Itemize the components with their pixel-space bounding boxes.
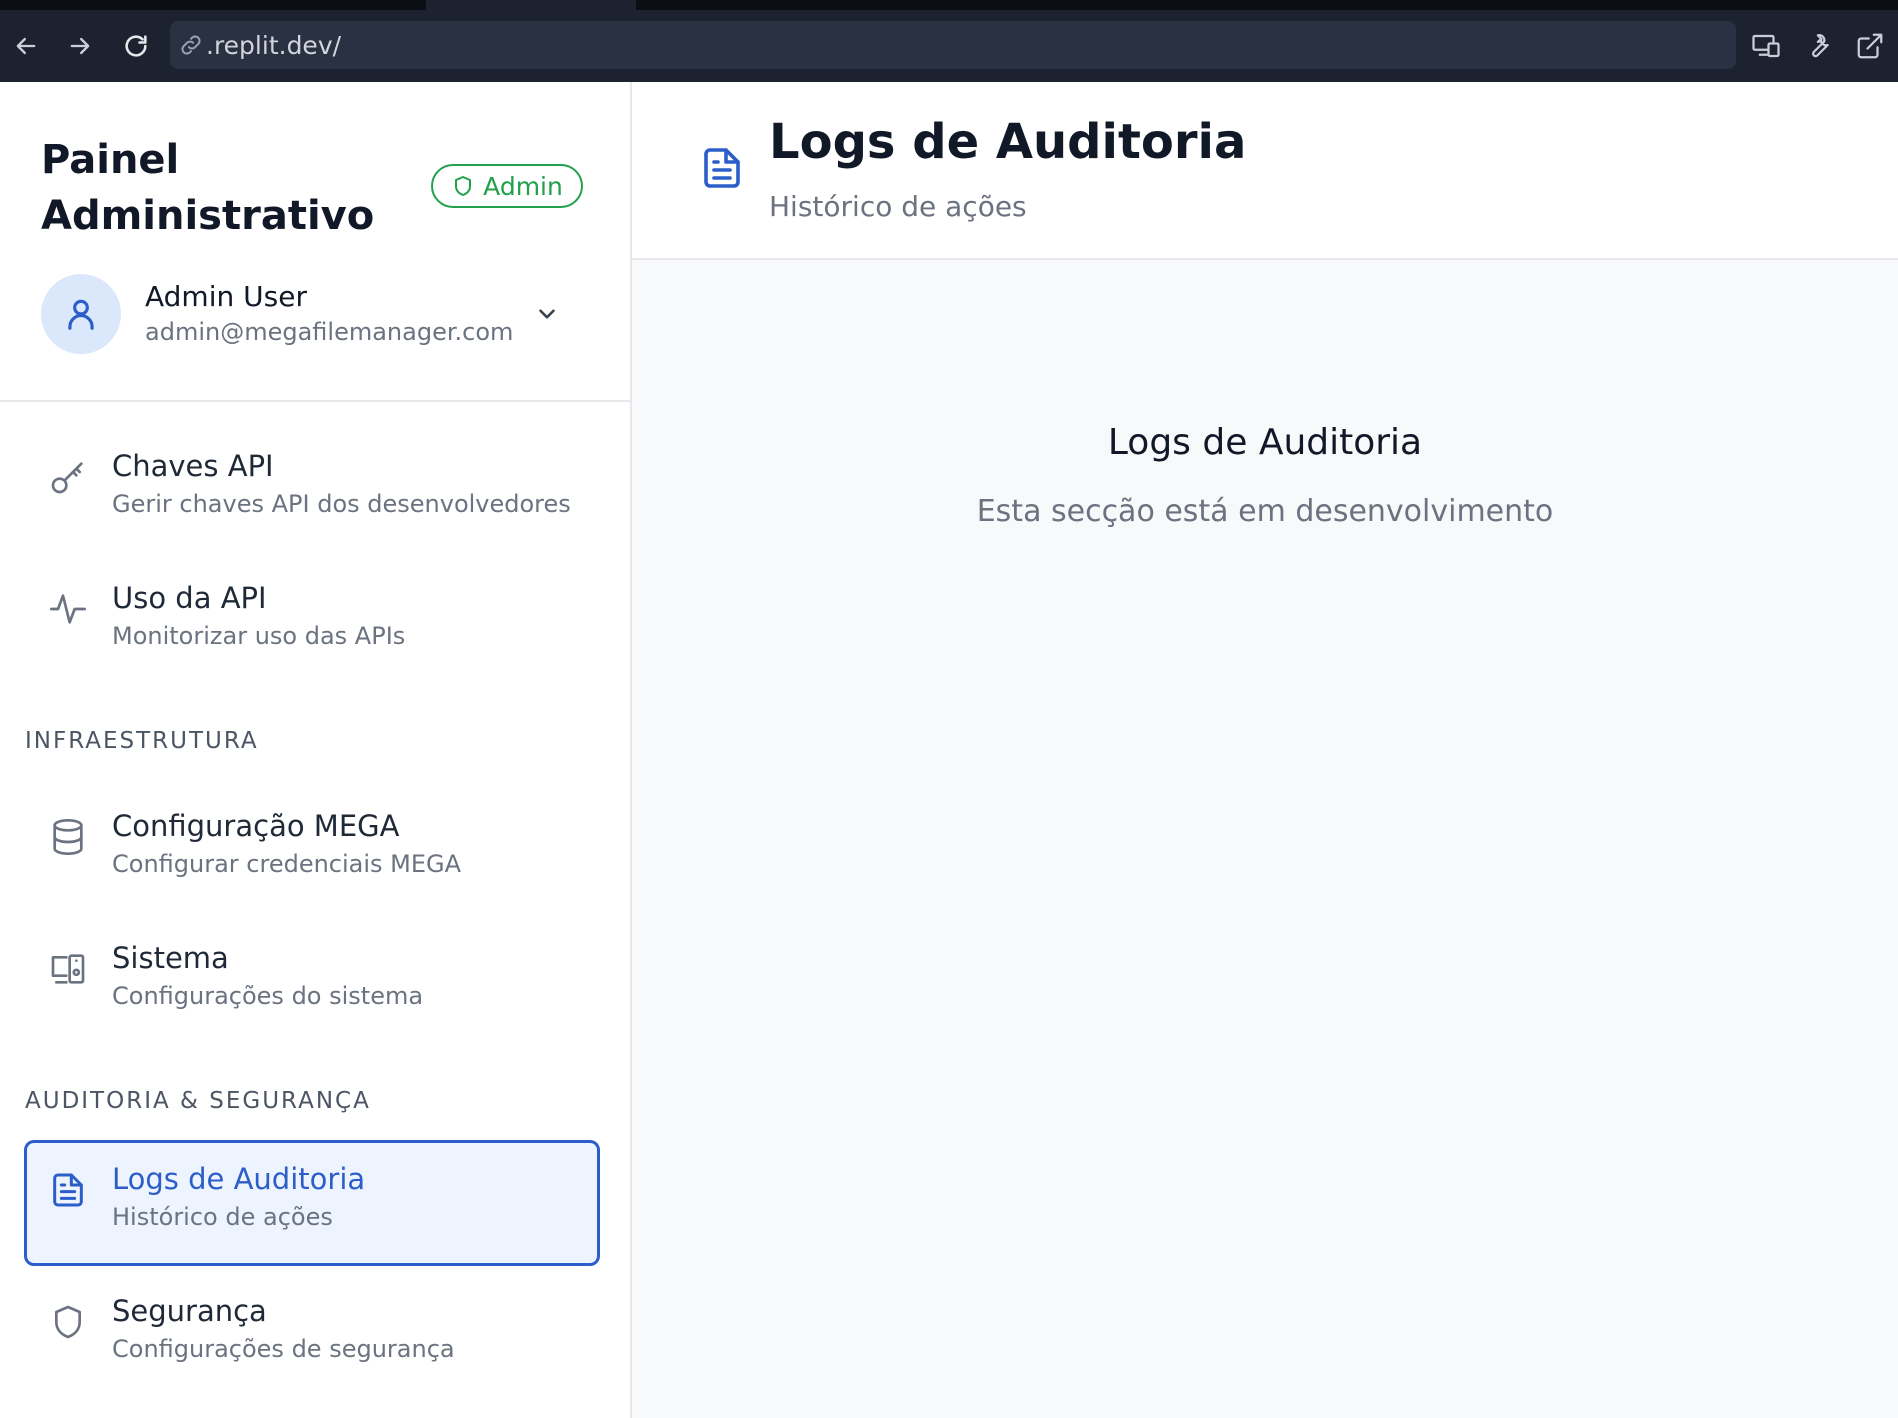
sidebar-item-subtitle: Configurar credenciais MEGA <box>112 850 462 878</box>
link-icon <box>181 35 201 55</box>
browser-tab[interactable] <box>636 0 1898 10</box>
sidebar-item-title: Sistema <box>112 941 229 975</box>
reload-button[interactable] <box>114 24 158 68</box>
arrow-right-icon <box>70 37 90 55</box>
devices-button[interactable] <box>1744 24 1788 68</box>
sidebar-item-subtitle: Configurações do sistema <box>112 982 424 1010</box>
back-button[interactable] <box>4 24 48 68</box>
main-content: Logs de Auditoria Esta secção está em de… <box>632 260 1898 1418</box>
shield-icon <box>55 1305 81 1339</box>
sidebar-item-title: Uso da API <box>112 581 267 615</box>
avatar <box>41 274 121 354</box>
devices-icon <box>1752 34 1780 58</box>
sidebar-item-subtitle: Gerir chaves API dos desenvolvedores <box>112 490 571 518</box>
shield-icon <box>455 176 472 196</box>
sidebar-item-sistema[interactable]: Sistema Configurações do sistema <box>24 919 600 1045</box>
page-title: Logs de Auditoria <box>769 114 1247 170</box>
sidebar-item-title: Segurança <box>112 1294 267 1328</box>
page-header: Logs de Auditoria Histórico de ações <box>632 82 1898 260</box>
user-menu-toggle[interactable] <box>529 296 565 332</box>
sidebar-item-chaves-api[interactable]: Chaves API Gerir chaves API dos desenvol… <box>24 427 600 553</box>
page-header-icon <box>698 144 746 192</box>
empty-state-title: Logs de Auditoria <box>1107 422 1423 463</box>
sidebar-item-subtitle: Histórico de ações <box>112 1203 333 1231</box>
arrow-left-icon <box>16 37 36 55</box>
database-icon <box>53 819 83 855</box>
url-input[interactable] <box>206 30 1606 60</box>
sidebar-title: Painel Administrativo <box>41 137 375 239</box>
section-label-infra: INFRAESTRUTURA <box>25 728 259 754</box>
sidebar-item-uso-api[interactable]: Uso da API Monitorizar uso das APIs <box>24 559 600 685</box>
reload-icon <box>125 35 147 57</box>
file-text-icon <box>704 148 740 188</box>
sidebar-item-logs-auditoria[interactable]: Logs de Auditoria Histórico de ações <box>24 1140 600 1266</box>
sidebar-item-subtitle: Configurações de segurança <box>112 1335 455 1363</box>
open-new-tab-button[interactable] <box>1848 24 1892 68</box>
section-label-audit: AUDITORIA & SEGURANÇA <box>25 1088 371 1114</box>
devtools-button[interactable] <box>1796 24 1840 68</box>
forward-button[interactable] <box>58 24 102 68</box>
user-name: Admin User <box>145 280 307 313</box>
browser-toolbar <box>0 10 1898 82</box>
external-link-icon <box>1857 33 1883 59</box>
admin-badge: Admin <box>431 164 583 208</box>
sidebar: Painel Administrativo Admin Admin User a… <box>0 82 632 1418</box>
activity-icon <box>50 594 86 624</box>
sidebar-item-subtitle: Monitorizar uso das APIs <box>112 622 406 650</box>
chevron-down-icon <box>539 309 555 319</box>
user-menu[interactable]: Admin User admin@megafilemanager.com <box>41 274 571 356</box>
admin-badge-label: Admin <box>483 171 563 201</box>
file-text-icon <box>53 1173 83 1207</box>
address-bar[interactable] <box>170 21 1736 69</box>
key-icon <box>51 462 83 494</box>
devices-icon <box>51 954 85 984</box>
user-email: admin@megafilemanager.com <box>145 318 514 346</box>
wrench-icon <box>1812 34 1829 58</box>
browser-tab-strip <box>0 0 1898 10</box>
browser-tab[interactable] <box>0 0 426 10</box>
sidebar-item-title: Logs de Auditoria <box>112 1162 366 1196</box>
sidebar-item-config-mega[interactable]: Configuração MEGA Configurar credenciais… <box>24 787 600 913</box>
page-subtitle: Histórico de ações <box>769 190 1027 223</box>
empty-state-message: Esta secção está em desenvolvimento <box>976 494 1554 529</box>
sidebar-item-seguranca[interactable]: Segurança Configurações de segurança <box>24 1272 600 1398</box>
sidebar-item-title: Configuração MEGA <box>112 809 400 843</box>
user-icon <box>68 299 94 330</box>
sidebar-divider <box>0 400 630 402</box>
sidebar-item-title: Chaves API <box>112 449 274 483</box>
